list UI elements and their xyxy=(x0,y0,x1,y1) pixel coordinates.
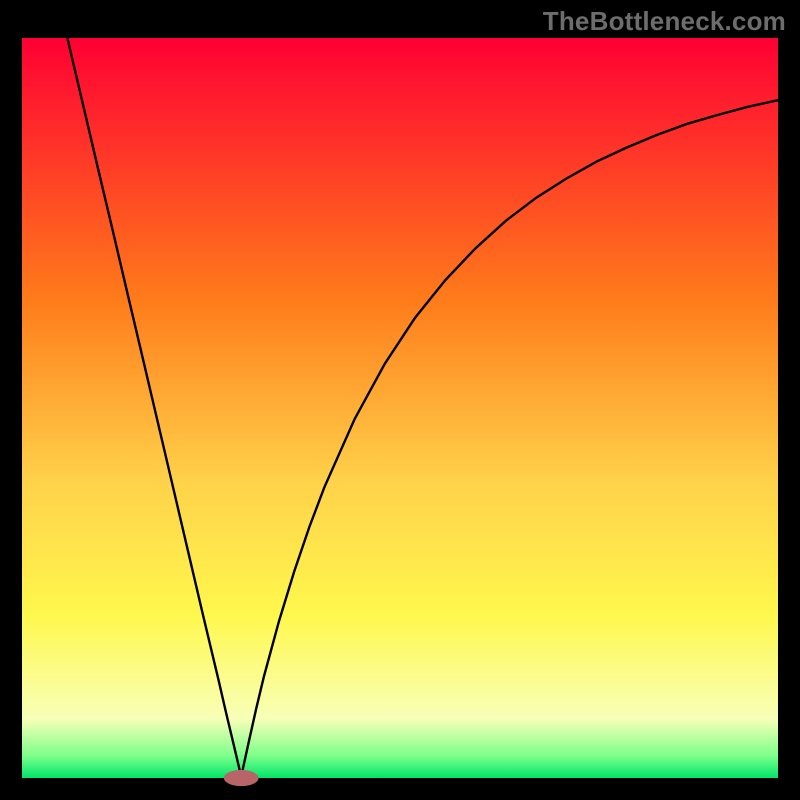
watermark-text: TheBottleneck.com xyxy=(543,6,786,37)
plot-area xyxy=(22,38,778,778)
chart-container: { "watermark": "TheBottleneck.com", "col… xyxy=(0,0,800,800)
min-marker xyxy=(224,770,259,786)
chart-svg xyxy=(0,0,800,800)
